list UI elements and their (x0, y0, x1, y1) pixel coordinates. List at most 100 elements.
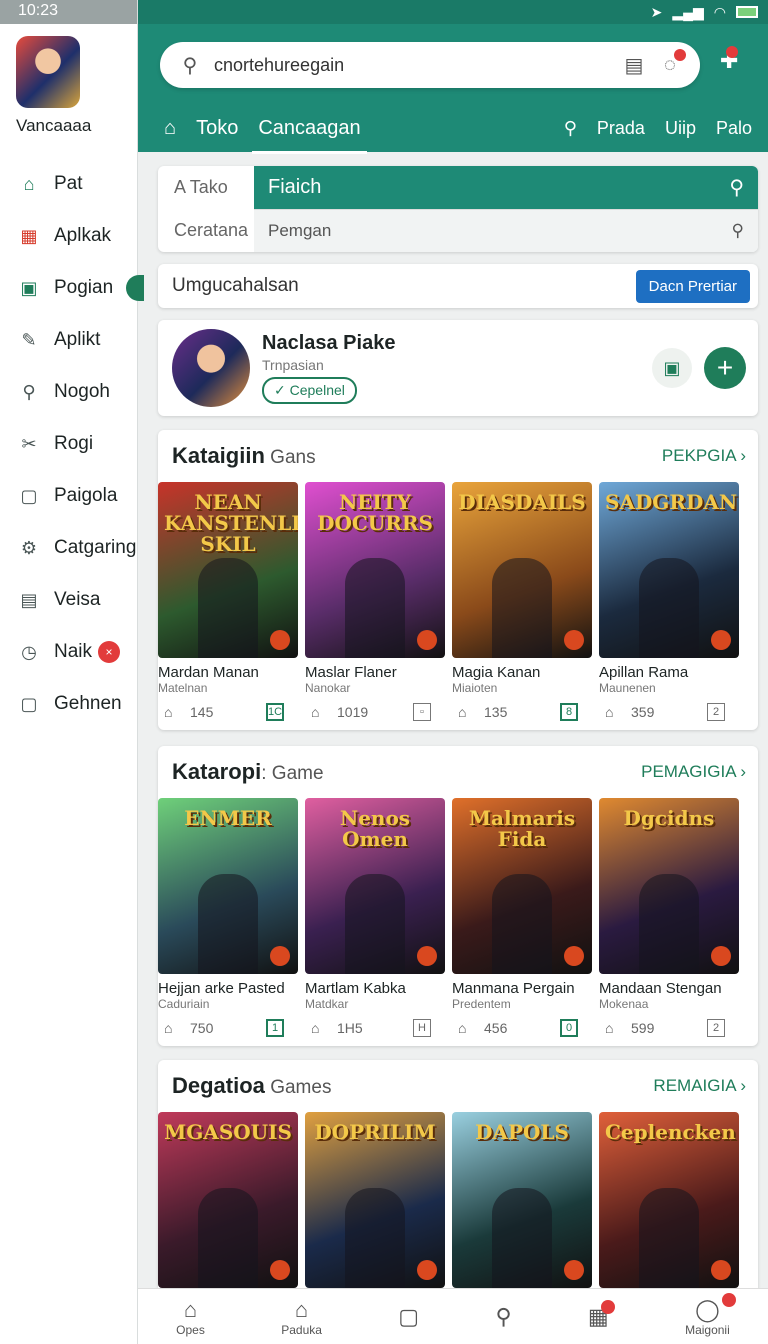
tab-palo[interactable]: Palo (716, 118, 752, 139)
sidebar-item-veisa[interactable]: ▤ Veisa (0, 574, 138, 626)
download-icon[interactable] (270, 946, 290, 966)
game-badge[interactable]: 0 (560, 1019, 578, 1037)
tab-cancaagan[interactable]: Cancaagan (252, 117, 367, 154)
mic-icon[interactable]: ✚ (720, 46, 738, 74)
character-figure (198, 874, 258, 974)
download-icon[interactable] (711, 1260, 731, 1280)
game-tile[interactable]: SADGRDAN Apillan Rama Maunenen ⌂ 359 2 (599, 482, 739, 721)
search-icon[interactable]: ⚲ (564, 118, 577, 139)
sidebar-item-naik[interactable]: ◷ Naik × (0, 626, 138, 678)
game-cover[interactable]: DAPOLS (452, 1112, 592, 1288)
search-input[interactable]: cnortehureegain (214, 55, 610, 76)
filter-label[interactable]: Ceratana (158, 220, 254, 241)
chart-icon: ▣ (20, 277, 38, 298)
notification-icon[interactable]: ◌ (658, 49, 686, 77)
game-badge[interactable]: ▫ (413, 703, 431, 721)
square-icon: ▢ (398, 1303, 420, 1329)
game-tile[interactable]: NEAN KANSTENLIS SKIL Mardan MananMatelnan… (158, 482, 298, 721)
profile-icon: ◯ (695, 1296, 720, 1322)
game-cover[interactable]: NEAN KANSTENLIS SKIL (158, 482, 298, 658)
game-badge[interactable]: 1C (266, 703, 284, 721)
profile-name: Naclasa Piake (262, 332, 396, 354)
download-icon[interactable] (270, 630, 290, 650)
see-all-link[interactable]: REMAIGIA › (653, 1076, 746, 1096)
game-tile[interactable]: Ceplencken (599, 1112, 739, 1288)
download-icon[interactable] (711, 946, 731, 966)
home-icon[interactable]: ⌂ (164, 117, 176, 140)
download-icon[interactable] (711, 630, 731, 650)
profile-chip[interactable]: ✓ Cepelnel (262, 377, 357, 404)
game-title: Hejjan arke Pasted (158, 980, 285, 997)
gift-icon[interactable]: ▣ (652, 348, 692, 388)
document-icon[interactable]: ▤ (622, 53, 646, 77)
promo-button[interactable]: Dacn Prertiar (635, 269, 750, 303)
search-bar[interactable]: ⚲ cnortehureegain ▤ ◌ (160, 42, 700, 88)
download-icon[interactable] (417, 630, 437, 650)
game-tile[interactable]: Nenos Omen Martlam Kabka Matdkar ⌂ 1H5 H (305, 798, 445, 1037)
sidebar-item-pogian[interactable]: ▣ Pogian (0, 262, 144, 314)
game-badge[interactable]: 2 (707, 1019, 725, 1037)
game-cover[interactable]: SADGRDAN (599, 482, 739, 658)
filter-label[interactable]: A Tako (158, 177, 254, 198)
avatar[interactable] (16, 36, 80, 108)
game-cover[interactable]: Malmaris Fida (452, 798, 592, 974)
game-badge[interactable]: 8 (560, 703, 578, 721)
avatar[interactable] (172, 329, 250, 407)
game-cover[interactable]: Dgcidns (599, 798, 739, 974)
tab-uiip[interactable]: Uiip (665, 118, 696, 139)
game-title: Maslar Flaner (305, 664, 397, 681)
game-tile[interactable]: Dgcidns Mandaan Stengan Mokenaa ⌂ 599 2 (599, 798, 739, 1037)
bottom-nav-opes[interactable]: ⌂ Opes (176, 1297, 205, 1337)
filter-search-secondary[interactable]: Pemgan ⚲ (254, 209, 758, 252)
sidebar-item-pat[interactable]: ⌂ Pat (0, 158, 138, 210)
download-icon[interactable] (564, 1260, 584, 1280)
game-badge[interactable]: 1 (266, 1019, 284, 1037)
bottom-nav-paduka[interactable]: ⌂ Paduka (281, 1297, 322, 1337)
bottom-nav-search[interactable]: ⚲ (495, 1304, 511, 1330)
sidebar-item-rogi[interactable]: ✂ Rogi (0, 418, 138, 470)
sidebar-item-label: Aplkak (54, 225, 112, 246)
game-tile[interactable]: MGASOUIS (158, 1112, 298, 1288)
see-all-link[interactable]: PEKPGIA › (662, 446, 746, 466)
bottom-nav-profile[interactable]: ◯ Maigonii (685, 1292, 736, 1337)
game-tile[interactable]: DIASDAILS Magia Kanan Miaioten ⌂ 135 8 (452, 482, 592, 721)
sidebar-item-nogoh[interactable]: ⚲ Nogoh (0, 366, 138, 418)
game-cover-title: DAPOLS (475, 1120, 569, 1144)
tab-prada[interactable]: Prada (597, 118, 645, 139)
game-cover[interactable]: MGASOUIS (158, 1112, 298, 1288)
game-cover[interactable]: Nenos Omen (305, 798, 445, 974)
sidebar-item-catgaring[interactable]: ⚙ Catgaring (0, 522, 138, 574)
download-icon[interactable] (417, 946, 437, 966)
download-icon[interactable] (564, 630, 584, 650)
sidebar-item-gehnen[interactable]: ▢ Gehnen (0, 678, 138, 730)
sidebar-item-aplikt[interactable]: ✎ Aplikt (0, 314, 138, 366)
game-tile[interactable]: DOPRILIM (305, 1112, 445, 1288)
download-icon[interactable] (417, 1260, 437, 1280)
see-all-link[interactable]: PEMAGIGIA › (641, 762, 746, 782)
game-tile[interactable]: NEITY DOCURRS Maslar Flaner Nanokar ⌂ 1019 ▫ (305, 482, 445, 721)
game-tile[interactable]: ENMER Hejjan arke Pasted Caduriain ⌂ 750 1 (158, 798, 298, 1037)
add-button[interactable]: + (704, 347, 746, 389)
game-cover[interactable]: DIASDAILS (452, 482, 592, 658)
game-cover[interactable]: ENMER (158, 798, 298, 974)
filter-search[interactable]: Fiaich ⚲ (254, 166, 758, 209)
game-badge[interactable]: 2 (707, 703, 725, 721)
search-icon[interactable]: ⚲ (732, 221, 744, 241)
game-tile[interactable]: Malmaris Fida Manmana Pergain Predentem ⌂ 45… (452, 798, 592, 1037)
tab-toko[interactable]: Toko (196, 117, 238, 140)
download-icon[interactable] (270, 1260, 290, 1280)
sidebar-item-aplkak[interactable]: ▦ Aplkak (0, 210, 138, 262)
game-cover[interactable]: Ceplencken (599, 1112, 739, 1288)
game-cover[interactable]: NEITY DOCURRS (305, 482, 445, 658)
search-icon[interactable]: ⚲ (729, 175, 744, 200)
game-badge[interactable]: H (413, 1019, 431, 1037)
game-count: 135 (484, 704, 508, 720)
sidebar-username: Vancaaaa (16, 116, 92, 135)
game-subtitle: Matdkar (305, 997, 349, 1011)
bottom-nav-square[interactable]: ▢ (398, 1304, 419, 1330)
download-icon[interactable] (564, 946, 584, 966)
sidebar-item-paigola[interactable]: ▢ Paigola (0, 470, 138, 522)
game-tile[interactable]: DAPOLS (452, 1112, 592, 1288)
bottom-nav-library[interactable]: ▦ (588, 1299, 615, 1330)
game-cover[interactable]: DOPRILIM (305, 1112, 445, 1288)
